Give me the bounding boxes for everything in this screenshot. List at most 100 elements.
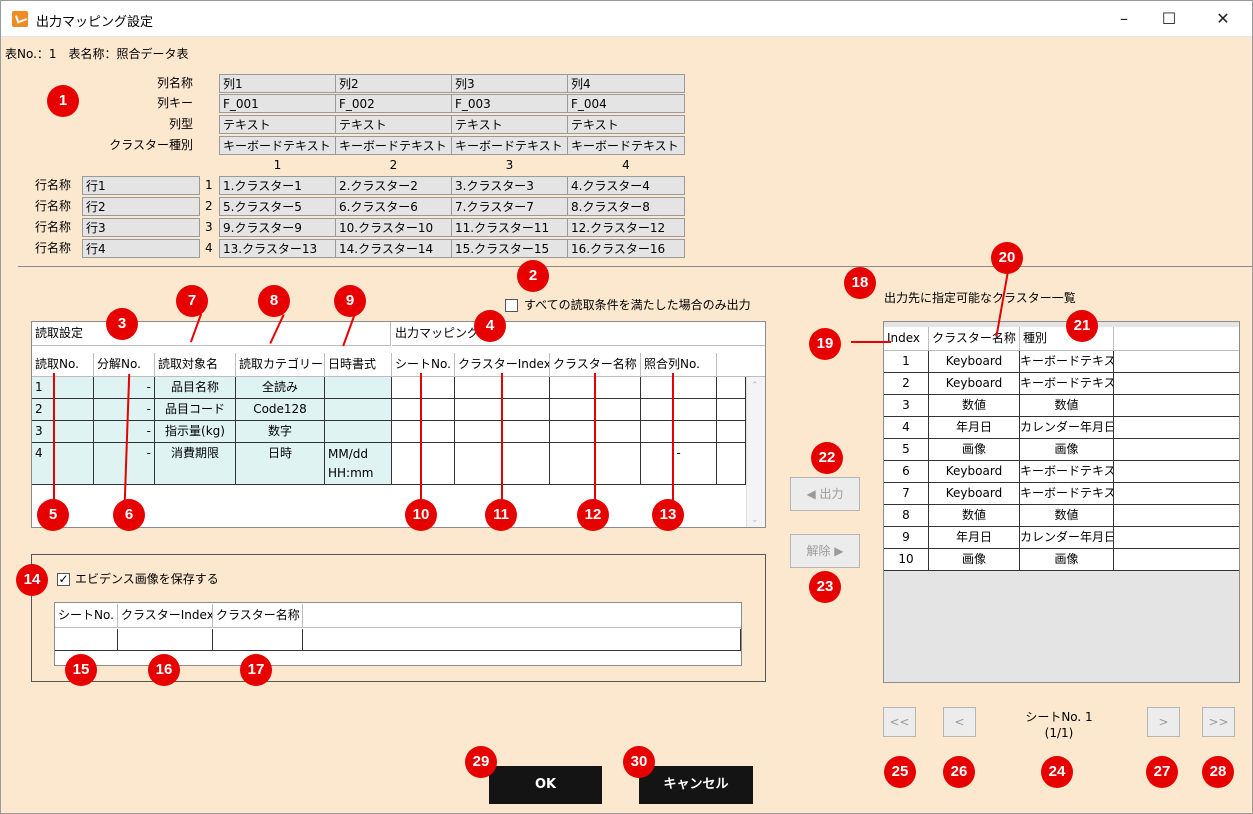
cell-read-category: 数字 [236,421,325,443]
mapping-cell[interactable]: 16.クラスター16 [567,239,685,258]
first-page-button[interactable]: << [883,707,916,737]
row-name-label: 行名称 [35,178,72,192]
mapping-cell[interactable]: 13.クラスター13 [219,239,336,258]
pointer-line [672,373,674,501]
mapping-cell[interactable]: 4.クラスター4 [567,176,685,195]
cell-index: 9 [884,527,929,549]
column-number: 2 [389,158,398,172]
col-cluster-name: クラスター名称 [213,604,303,628]
minimize-button[interactable]: – [1109,6,1139,32]
cell-index: 10 [884,549,929,571]
col-sheet-no: シートNo. [55,604,118,628]
column-name-label: 列名称 [156,76,193,90]
cell-read-category: 日時 [236,443,325,485]
callout-badge: 24 [1041,756,1073,788]
cell-index: 6 [884,461,929,483]
mapping-cell[interactable]: 6.クラスター6 [335,197,452,216]
cell-read-no: 3 [32,421,94,443]
scroll-down-icon[interactable]: ⌄ [751,515,759,525]
cell-index: 2 [884,373,929,395]
all-conditions-checkbox[interactable] [505,299,518,312]
mapping-cell[interactable]: 8.クラスター8 [567,197,685,216]
mapping-cell[interactable]: 7.クラスター7 [451,197,568,216]
callout-badge: 14 [16,564,48,596]
ok-button[interactable]: OK [489,766,602,804]
evidence-label: エビデンス画像を保存する [75,572,219,586]
cell-cluster-name: 画像 [929,549,1020,571]
release-button[interactable]: 解除 ▶ [790,534,860,568]
cell-datetime-format [325,377,392,399]
table-info: 表No.：1 表名称：照合データ表 [5,47,189,61]
mapping-cell[interactable]: 3.クラスター3 [451,176,568,195]
cell-datetime-format [325,421,392,443]
evidence-checkbox[interactable]: ✓ [57,573,70,586]
cell-filler [717,443,746,485]
evidence-cell [303,629,741,651]
col-read-category: 読取カテゴリー [236,353,325,377]
cluster-type-cell: キーボードテキスト [335,136,452,155]
cell-sheet-no[interactable] [392,377,455,399]
column-number: 4 [622,158,630,172]
callout-badge: 20 [991,242,1023,274]
cell-match-column-no[interactable]: - [641,443,717,485]
cell-cluster-name: 年月日 [929,417,1020,439]
cell-match-column-no[interactable] [641,399,717,421]
callout-badge: 8 [258,285,290,317]
callout-badge: 13 [652,499,684,531]
col-cluster-index: クラスターIndex [118,604,213,628]
cell-read-target: 消費期限 [155,443,236,485]
mapping-cell[interactable]: 10.クラスター10 [335,218,452,237]
evidence-cell[interactable] [118,629,213,651]
cell-cluster-name: Keyboard [929,373,1020,395]
next-page-button[interactable]: > [1147,707,1180,737]
cell-sheet-no[interactable] [392,443,455,485]
cell-kind: カレンダー年月日 [1020,527,1114,549]
col-filler [303,604,741,628]
cell-sheet-no[interactable] [392,399,455,421]
mapping-cell[interactable]: 14.クラスター14 [335,239,452,258]
col-read-no: 読取No. [32,353,94,377]
cell-match-column-no[interactable] [641,377,717,399]
callout-badge: 5 [37,499,69,531]
evidence-cell[interactable] [55,629,118,651]
cell-kind: キーボードテキスト [1020,461,1114,483]
cell-read-category: 全読み [236,377,325,399]
maximize-button[interactable]: ☐ [1154,6,1184,32]
col-sheet-no: シートNo. [392,353,455,377]
cancel-button[interactable]: キャンセル [639,766,753,804]
cell-read-target: 指示量(kg) [155,421,236,443]
cell-filler [1114,439,1239,461]
read-grid-scrollbar[interactable]: ⌃ ⌄ [746,377,765,527]
mapping-cell[interactable]: 11.クラスター11 [451,218,568,237]
callout-badge: 6 [113,499,145,531]
cell-kind: カレンダー年月日 [1020,417,1114,439]
output-button[interactable]: ◀ 出力 [790,477,860,511]
prev-page-button[interactable]: < [943,707,976,737]
callout-badge: 9 [334,285,366,317]
cell-sheet-no[interactable] [392,421,455,443]
cell-index: 8 [884,505,929,527]
evidence-cell[interactable] [213,629,303,651]
row-name-label: 行名称 [35,199,72,213]
cell-datetime-format [325,399,392,421]
cell-index: 5 [884,439,929,461]
col-decompose-no: 分解No. [94,353,155,377]
column-type-label: 列型 [168,117,193,131]
row-number: 2 [205,199,213,213]
mapping-cell[interactable]: 5.クラスター5 [219,197,336,216]
column-key-cell: F_003 [451,94,568,113]
callout-badge: 3 [106,308,138,340]
mapping-cell[interactable]: 15.クラスター15 [451,239,568,258]
column-type-cell: テキスト [567,115,685,134]
column-key-cell: F_001 [219,94,336,113]
mapping-cell[interactable]: 9.クラスター9 [219,218,336,237]
cell-match-column-no[interactable] [641,421,717,443]
cell-filler [1114,549,1239,571]
last-page-button[interactable]: >> [1202,707,1235,737]
mapping-cell[interactable]: 2.クラスター2 [335,176,452,195]
mapping-cell[interactable]: 12.クラスター12 [567,218,685,237]
mapping-cell[interactable]: 1.クラスター1 [219,176,336,195]
col-cluster-name: クラスター名称 [929,327,1020,351]
close-button[interactable]: ✕ [1208,6,1238,32]
scroll-up-icon[interactable]: ⌃ [751,381,759,391]
